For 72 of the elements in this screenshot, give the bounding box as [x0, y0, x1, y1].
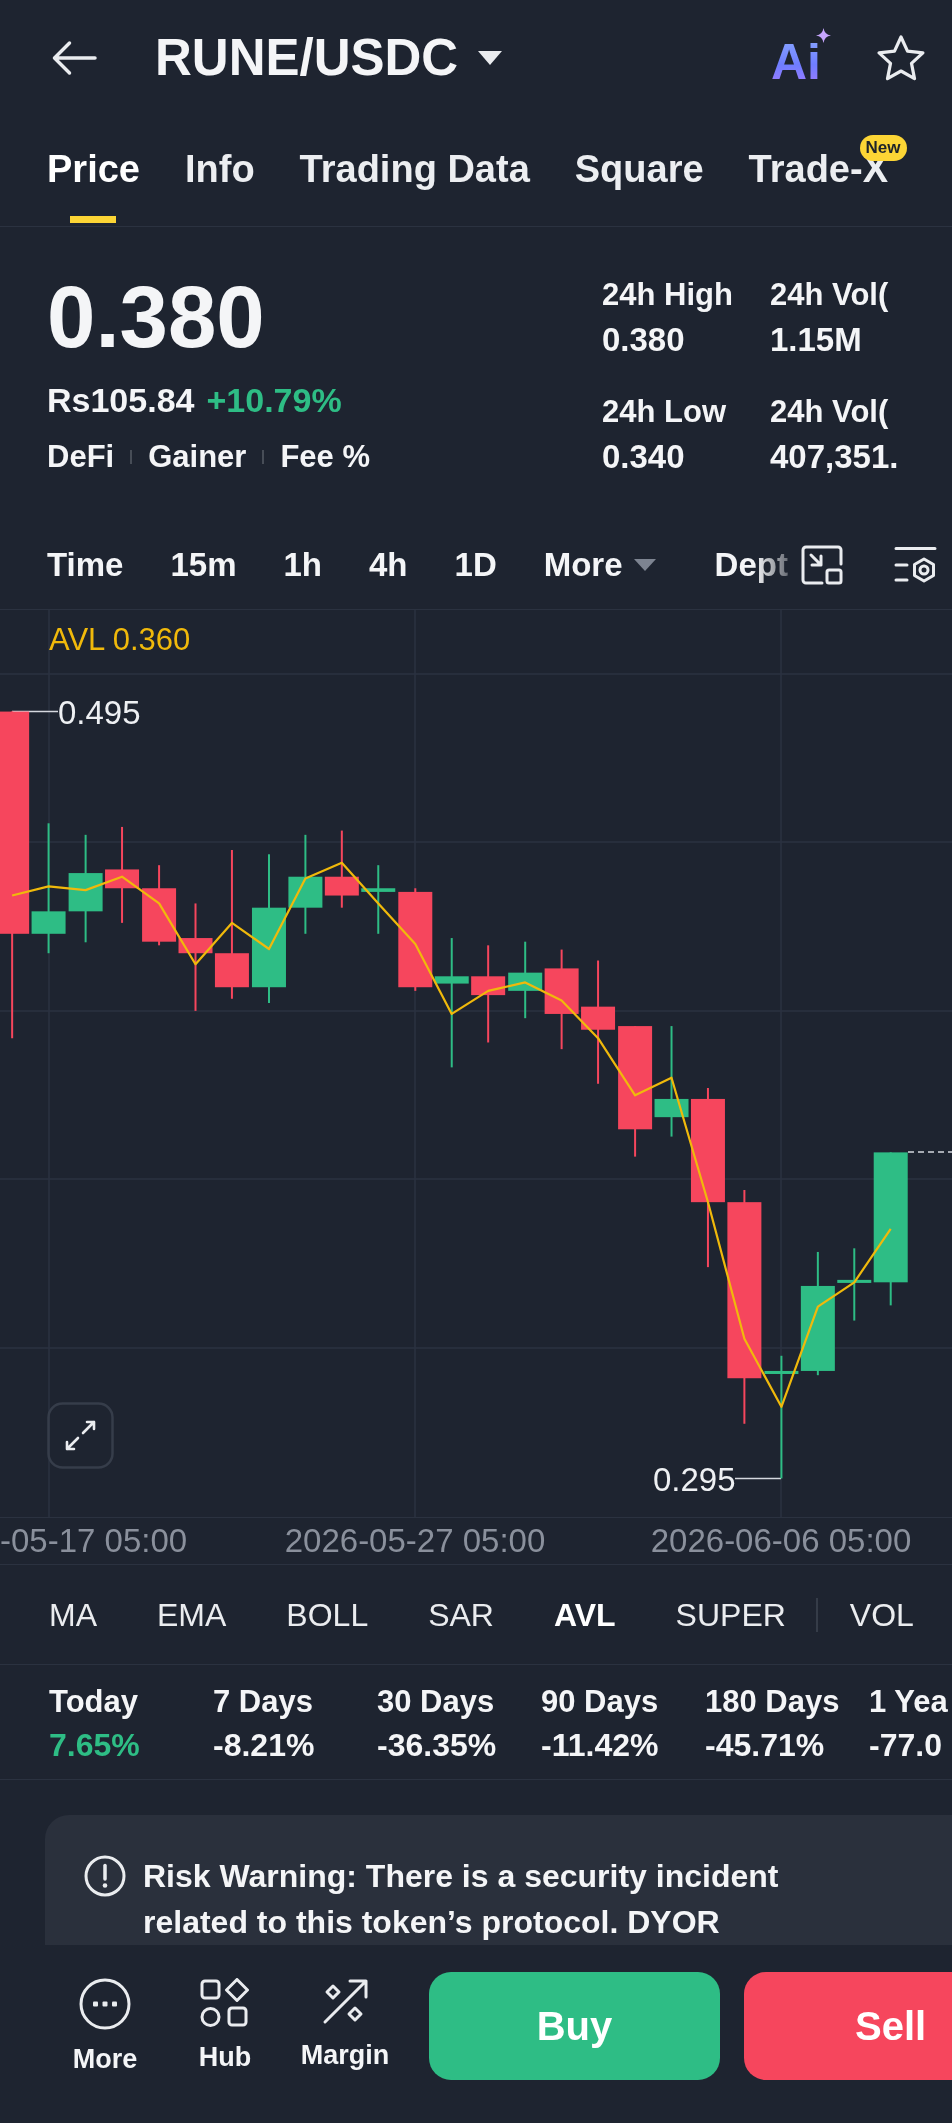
- date-label: 2026-06-06 05:00: [650, 1521, 912, 1561]
- indicator-tab[interactable]: AVL: [553, 1594, 616, 1635]
- period-change: -8.21%: [213, 1726, 316, 1765]
- low-price-label: 0.295: [653, 1460, 736, 1500]
- period-label: 1 Yea: [869, 1683, 949, 1721]
- stat-label: 24h Vol(: [770, 393, 890, 431]
- candle: [361, 864, 396, 935]
- caret-icon: [633, 558, 656, 571]
- price-change: +10.79%: [206, 380, 342, 421]
- period-change: -45.71%: [705, 1726, 826, 1765]
- pair-dropdown[interactable]: RUNE/USDC: [155, 27, 503, 88]
- interval-tab[interactable]: Time: [47, 544, 124, 585]
- stat-value: 1.15M: [770, 320, 863, 360]
- star-icon[interactable]: [877, 34, 925, 81]
- tab[interactable]: Square: [574, 140, 704, 226]
- stat-label: 24h Vol(: [770, 276, 890, 314]
- period-change: 7.65%: [49, 1726, 141, 1765]
- caret-icon: [478, 50, 503, 65]
- period-label: Today: [49, 1683, 139, 1721]
- interval-tab[interactable]: 1D: [454, 544, 497, 585]
- expand-icon[interactable]: [47, 1402, 114, 1469]
- stat-value: 0.340: [602, 437, 686, 477]
- indicator-tab[interactable]: EMA: [157, 1594, 227, 1635]
- avl-label: AVL 0.360: [49, 621, 191, 659]
- tab[interactable]: Info: [184, 140, 255, 226]
- indicator-tab[interactable]: MA: [49, 1594, 97, 1635]
- interval-tab[interactable]: 4h: [369, 544, 408, 585]
- indicator-tab[interactable]: SAR: [428, 1594, 494, 1635]
- period-label: 90 Days: [541, 1683, 660, 1721]
- warning-icon: [84, 1855, 126, 1897]
- category-tag[interactable]: Gainer: [148, 433, 247, 481]
- sell-button[interactable]: Sell: [744, 1972, 952, 2080]
- stat-value: 407,351.: [770, 437, 900, 477]
- tab[interactable]: Trading Data: [299, 140, 530, 226]
- action-button[interactable]: More: [45, 1972, 165, 2076]
- shapes-icon: [200, 1978, 250, 2028]
- period-change: -36.35%: [377, 1726, 498, 1765]
- fiat-price: Rs105.84: [47, 380, 195, 421]
- last-price: 0.380: [47, 267, 266, 367]
- stat-label: 24h High: [602, 276, 734, 314]
- back-arrow-icon[interactable]: [52, 39, 97, 76]
- indicator-tab[interactable]: BOLL: [286, 1594, 369, 1635]
- period-label: 7 Days: [213, 1683, 314, 1721]
- stat-value: 0.380: [602, 320, 686, 360]
- category-tag[interactable]: DeFi: [47, 433, 115, 481]
- more-dots-icon: [79, 1978, 131, 2030]
- action-button[interactable]: Hub: [165, 1972, 285, 2074]
- picture-in-picture-icon[interactable]: [800, 544, 843, 585]
- period-change: -11.42%: [541, 1726, 660, 1765]
- arrow-diamonds-icon: [321, 1978, 369, 2026]
- settings-icon[interactable]: [893, 546, 937, 583]
- leader-line: [734, 1477, 782, 1480]
- period-label: 30 Days: [377, 1683, 496, 1721]
- risk-warning-text: Risk Warning: There is a security incident related to this token’s protocol. DYOR: [143, 1857, 780, 1942]
- period-change: -77.0: [869, 1726, 943, 1765]
- indicator-tab[interactable]: SUPER: [675, 1594, 786, 1635]
- indicator-tab[interactable]: VOL: [849, 1594, 914, 1635]
- stat-label: 24h Low: [602, 393, 727, 431]
- price-line: [907, 1151, 952, 1153]
- date-label: 2026-05-27 05:00: [284, 1521, 546, 1561]
- depth-tab[interactable]: Dept: [714, 544, 788, 585]
- action-button[interactable]: Margin: [285, 1972, 405, 2072]
- interval-tab[interactable]: 15m: [170, 544, 237, 585]
- more-dropdown[interactable]: More: [543, 544, 656, 585]
- period-label: 180 Days: [705, 1683, 841, 1721]
- interval-tab[interactable]: 1h: [283, 544, 322, 585]
- date-label: -05-17 05:00: [0, 1521, 188, 1561]
- new-badge: New: [859, 135, 907, 161]
- sparkle-icon: [816, 27, 831, 43]
- category-tag[interactable]: Fee %: [280, 433, 370, 481]
- leader-line: [11, 710, 59, 713]
- high-price-label: 0.495: [58, 693, 141, 733]
